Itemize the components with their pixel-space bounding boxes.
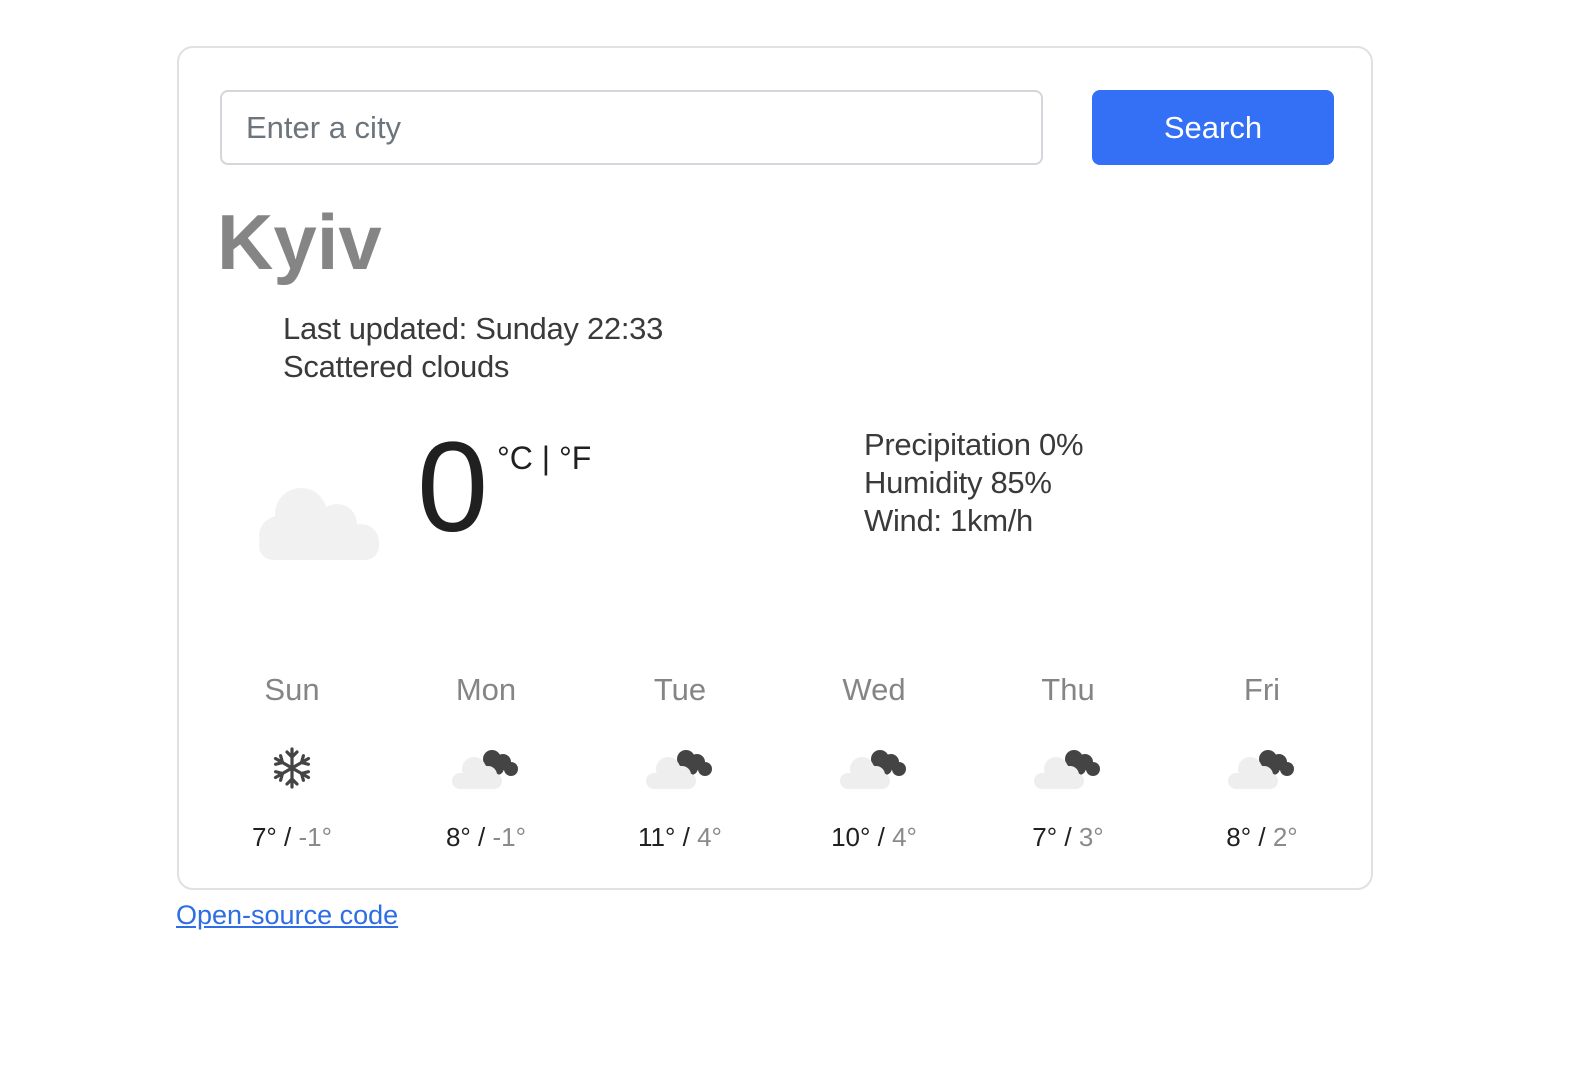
- forecast-min: 2°: [1272, 822, 1298, 852]
- forecast-day: Tue 11° / 4°: [583, 668, 777, 854]
- forecast-temps: 8° / -1°: [445, 822, 527, 852]
- cloudy-icon: [1034, 750, 1100, 789]
- weather-details: Precipitation 0% Humidity 85% Wind: 1km/…: [864, 426, 1084, 540]
- precipitation: Precipitation 0%: [864, 427, 1084, 462]
- forecast-temps: 8° / 2°: [1226, 822, 1298, 852]
- weather-meta: Last updated: Sunday 22:33 Scattered clo…: [283, 310, 663, 386]
- fahrenheit-toggle[interactable]: °F: [559, 440, 591, 476]
- current-temperature: 0: [417, 416, 489, 559]
- celsius-toggle[interactable]: °C: [497, 440, 533, 476]
- city-name: Kyiv: [217, 198, 382, 286]
- cloudy-icon: [646, 750, 712, 789]
- search-button[interactable]: Search: [1092, 90, 1334, 165]
- open-source-code-link[interactable]: Open-source code: [176, 900, 398, 931]
- forecast-day: Sun 7° / -1°: [195, 668, 389, 854]
- forecast-day: Mon 8° / -1°: [389, 668, 583, 854]
- forecast-max: 8°: [445, 822, 471, 852]
- wind: Wind: 1km/h: [864, 503, 1033, 538]
- forecast-temps: 7° / 3°: [1032, 822, 1104, 852]
- last-updated: Last updated: Sunday 22:33: [283, 311, 664, 346]
- forecast-max: 10°: [831, 822, 871, 852]
- forecast-max: 11°: [638, 822, 676, 852]
- forecast-min: -1°: [298, 822, 333, 852]
- forecast-temps: 11° / 4°: [638, 822, 722, 852]
- unit-separator: |: [532, 440, 559, 476]
- forecast-day-name: Thu: [1041, 672, 1095, 707]
- forecast-day: Fri 8° / 2°: [1165, 668, 1359, 854]
- unit-toggle: °C | °F: [497, 440, 591, 477]
- cloudy-icon: [1228, 750, 1294, 789]
- snowflake-icon: [273, 747, 311, 789]
- forecast-min: -1°: [492, 822, 527, 852]
- forecast-temps: 10° / 4°: [831, 822, 917, 852]
- forecast-day-name: Tue: [653, 672, 707, 707]
- forecast-day-name: Wed: [842, 672, 906, 707]
- cloud-icon: [259, 488, 379, 560]
- forecast-min: 4°: [697, 822, 722, 852]
- forecast-temps: 7° / -1°: [251, 822, 333, 852]
- forecast-day-name: Sun: [264, 672, 320, 707]
- forecast-max: 7°: [251, 822, 277, 852]
- city-search-input[interactable]: [220, 90, 1043, 165]
- forecast-day: Wed 10° / 4°: [777, 668, 971, 854]
- cloudy-icon: [452, 750, 518, 789]
- forecast-day-name: Mon: [455, 672, 517, 707]
- forecast-max: 8°: [1226, 822, 1252, 852]
- forecast-day: Thu 7° / 3°: [971, 668, 1165, 854]
- cloudy-icon: [840, 750, 906, 789]
- forecast-max: 7°: [1032, 822, 1058, 852]
- forecast-list: Sun 7° / -1° Mon 8° / -1° Tue 11° / 4° W…: [195, 668, 1359, 854]
- forecast-day-name: Fri: [1243, 672, 1281, 707]
- weather-card: Search Kyiv Last updated: Sunday 22:33 S…: [177, 46, 1373, 890]
- weather-description: Scattered clouds: [283, 349, 510, 384]
- forecast-min: 3°: [1078, 822, 1104, 852]
- forecast-min: 4°: [892, 822, 917, 852]
- humidity: Humidity 85%: [864, 465, 1052, 500]
